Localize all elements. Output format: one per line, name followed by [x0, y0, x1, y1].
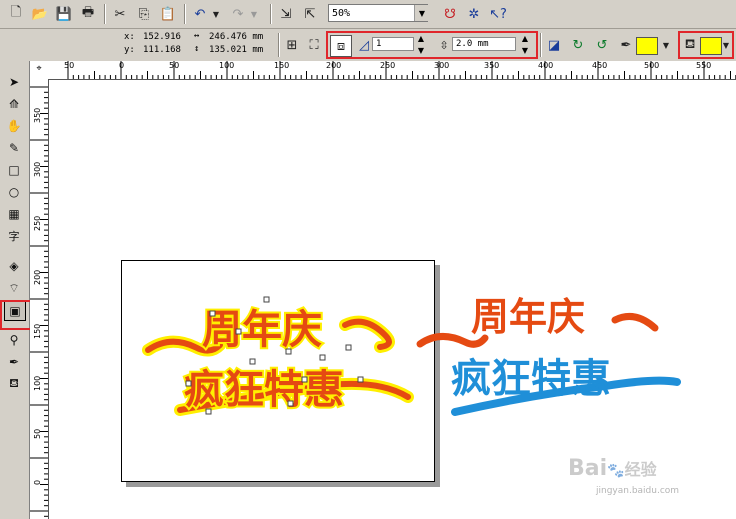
- open-folder-icon[interactable]: 📂: [30, 4, 50, 24]
- copy-icon[interactable]: ⎘: [134, 4, 154, 24]
- baidu-watermark: Bai🐾经验: [568, 456, 657, 481]
- fill-tool-icon[interactable]: ⛾: [4, 375, 24, 393]
- watermark-brand-suffix: 经验: [624, 460, 657, 479]
- outline-pen-tool-icon[interactable]: ✒: [4, 353, 24, 371]
- outside-contour-icon[interactable]: ⧈: [330, 35, 352, 57]
- object-height-field[interactable]: 135.021 mm: [206, 44, 274, 57]
- ruler-v-label: 250: [33, 215, 42, 231]
- contour-offset-icon: ⇳: [439, 38, 449, 52]
- horizontal-ruler[interactable]: 50 0 50 100 150 200 250 300 350 400 450 …: [48, 61, 736, 80]
- contour-steps-icon: ◿: [359, 37, 369, 53]
- separator: [270, 4, 272, 24]
- ruler-h-label: 50: [169, 61, 180, 70]
- interactive-fill-icon[interactable]: ◈: [4, 257, 24, 275]
- counterclockwise-contour-color-icon[interactable]: ↺: [592, 35, 612, 55]
- linear-contour-color-icon[interactable]: ◪: [544, 35, 564, 55]
- y-label: y:: [124, 45, 135, 55]
- fill-color-dropdown-icon[interactable]: ▼: [716, 35, 736, 55]
- print-icon[interactable]: 🖶: [78, 4, 98, 24]
- ruler-h-label: 200: [326, 61, 342, 70]
- watermark-brand: Bai: [568, 456, 608, 481]
- ruler-h-label: 100: [219, 61, 235, 70]
- separator: [184, 4, 186, 24]
- contour-offset-field[interactable]: 2.0 mm: [452, 37, 516, 51]
- ruler-h-label: 500: [644, 61, 660, 70]
- cut-icon[interactable]: ✂: [110, 4, 130, 24]
- watermark-url: jingyan.baidu.com: [596, 486, 680, 496]
- standard-toolbar: 🗋 📂 💾 🖶 ✂ ⎘ 📋 ↶ ▼ ↷ ▼ ⇲ ⇱ 50% ▼ ☋ ✲ ↖?: [0, 0, 736, 29]
- y-position-field[interactable]: 111.168: [140, 44, 192, 57]
- height-icon: ↕: [194, 44, 200, 54]
- ruler-v-label: 350: [33, 107, 42, 123]
- fill-bucket-icon: ⛾: [684, 36, 696, 52]
- save-icon[interactable]: 💾: [54, 4, 74, 24]
- paste-icon[interactable]: 📋: [158, 4, 178, 24]
- export-icon[interactable]: ⇱: [300, 4, 320, 24]
- ruler-h-label: 150: [274, 61, 290, 70]
- ruler-h-label: 550: [696, 61, 712, 70]
- artwork-line2: 疯狂特惠: [184, 367, 344, 413]
- reference-artwork: 周年庆 疯狂特惠: [416, 295, 681, 416]
- property-bar: x: y: 152.916 111.168 ↔ ↕ 246.476 mm 135…: [0, 29, 736, 62]
- steps-spinner[interactable]: ▲ ▼: [414, 33, 428, 57]
- zoom-level-field[interactable]: 50%: [328, 4, 428, 22]
- help-pointer-icon[interactable]: ↖?: [488, 4, 508, 24]
- ruler-h-label: 0: [119, 61, 125, 70]
- freehand-pencil-icon[interactable]: ✎: [4, 139, 24, 157]
- artwork-line1: 周年庆: [202, 307, 322, 353]
- application-launcher-icon[interactable]: ☋: [440, 4, 460, 24]
- pick-tool-icon[interactable]: ➤: [4, 73, 24, 91]
- shape-tool-icon[interactable]: ⟰: [4, 95, 24, 113]
- ruler-v-label: 50: [33, 428, 42, 439]
- width-icon: ↔: [194, 31, 200, 41]
- contour-steps-field[interactable]: 1: [372, 37, 414, 51]
- eyedropper-icon[interactable]: ⚲: [4, 331, 24, 349]
- transparency-tool-icon[interactable]: ⌔: [4, 279, 24, 297]
- ruler-h-label: 350: [484, 61, 500, 70]
- rectangle-tool-icon[interactable]: □: [4, 161, 24, 179]
- separator: [540, 33, 542, 57]
- new-file-icon[interactable]: 🗋: [6, 4, 26, 24]
- pan-hand-icon[interactable]: ✋: [4, 117, 24, 135]
- outline-color-dropdown-icon[interactable]: ▼: [656, 35, 676, 55]
- ruler-v-label: 300: [33, 161, 42, 177]
- ruler-h-label: 400: [538, 61, 554, 70]
- outline-pen-icon: ✒: [620, 37, 632, 53]
- selected-contour-artwork[interactable]: 周年庆 疯狂特惠: [140, 285, 430, 425]
- ruler-ticks: [30, 86, 48, 517]
- toolbox: ➤ ⟰ ✋ ✎ □ ○ ▦ 字 ◈ ⌔ ▣ ⚲ ✒ ⛾: [0, 61, 30, 519]
- to-center-icon[interactable]: ⊞: [282, 35, 302, 55]
- ruler-v-label: 150: [33, 323, 42, 339]
- ruler-h-label: 250: [380, 61, 396, 70]
- zoom-dropdown-icon[interactable]: ▼: [414, 5, 429, 21]
- ruler-v-label: 200: [33, 269, 42, 285]
- ruler-v-label: 100: [33, 375, 42, 391]
- text-tool-icon[interactable]: 字: [4, 227, 24, 245]
- redo-dropdown-icon: ▼: [250, 9, 258, 19]
- reference-line2: 疯狂特惠: [451, 356, 611, 402]
- ruler-v-label: 0: [33, 479, 42, 485]
- offset-spinner[interactable]: ▲ ▼: [518, 33, 532, 57]
- object-width-field[interactable]: 246.476 mm: [206, 31, 274, 44]
- separator: [104, 4, 106, 24]
- ruler-h-label: 50: [64, 61, 75, 70]
- ellipse-tool-icon[interactable]: ○: [4, 183, 24, 201]
- corel-online-icon[interactable]: ✲: [464, 4, 484, 24]
- graph-paper-tool-icon[interactable]: ▦: [4, 205, 24, 223]
- clockwise-contour-color-icon[interactable]: ↻: [568, 35, 588, 55]
- to-inside-icon[interactable]: ⛶: [304, 35, 324, 55]
- ruler-origin-corner[interactable]: ⌖: [30, 61, 49, 80]
- import-icon[interactable]: ⇲: [276, 4, 296, 24]
- x-position-field[interactable]: 152.916: [140, 31, 192, 44]
- ruler-h-label: 300: [434, 61, 450, 70]
- outline-color-swatch[interactable]: [636, 37, 658, 55]
- separator: [278, 33, 280, 57]
- x-label: x:: [124, 32, 135, 42]
- undo-dropdown-icon[interactable]: ▼: [206, 4, 226, 24]
- reference-line1: 周年庆: [471, 295, 585, 339]
- vertical-ruler[interactable]: 350 300 250 200 150 100 50 0: [30, 79, 49, 519]
- paw-icon: 🐾: [607, 463, 625, 479]
- ruler-h-label: 450: [592, 61, 608, 70]
